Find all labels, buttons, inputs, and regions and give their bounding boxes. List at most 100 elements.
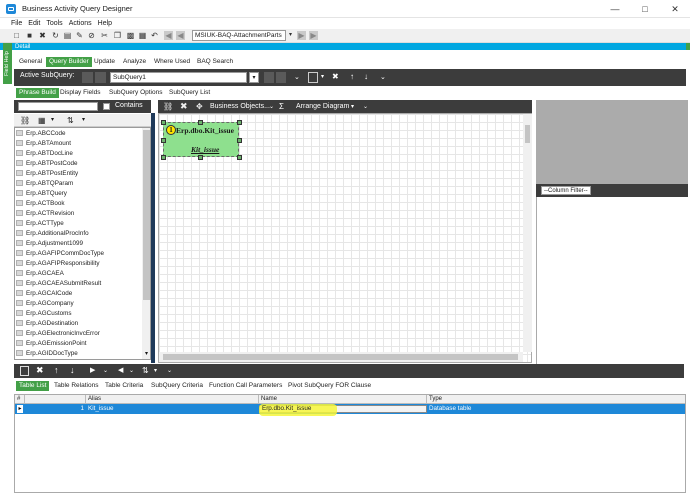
tab-display-fields[interactable]: Display Fields	[57, 88, 103, 98]
resize-handle[interactable]	[161, 138, 166, 143]
tab-query-builder[interactable]: Query Builder	[46, 57, 92, 67]
table-list-item[interactable]: Erp.AdditionalProcInfo	[16, 229, 89, 239]
table-item-checkbox[interactable]	[16, 320, 23, 326]
table-list-item[interactable]: Erp.AGCompany	[16, 299, 74, 309]
first-record-icon[interactable]: ◀	[164, 31, 173, 40]
table-item-checkbox[interactable]	[16, 330, 23, 336]
column-filter-input[interactable]: --Column Filter--	[541, 186, 591, 195]
next-record-icon[interactable]: ▶	[297, 31, 306, 40]
col-header-name[interactable]: Name	[259, 395, 427, 403]
arrange-diagram-button[interactable]: Arrange Diagram	[296, 103, 349, 110]
table-list-item[interactable]: Erp.ABTQuery	[16, 189, 67, 199]
query-id-combo[interactable]: MSIUK-BAQ-AttachmentParts	[192, 30, 286, 41]
tab-phrase-build[interactable]: Phrase Build	[16, 88, 59, 98]
new-subquery-dropdown-icon[interactable]: ▾	[321, 73, 324, 80]
row-selector-icon[interactable]: ▸	[17, 405, 23, 413]
table-list-item[interactable]: Erp.ABTPostCode	[16, 159, 77, 169]
sort-dropdown-icon[interactable]: ▾	[82, 116, 85, 123]
bottom-next-icon[interactable]: ▶	[90, 366, 95, 374]
bottom-sort-icon[interactable]: ⇅	[142, 366, 149, 375]
table-list-item[interactable]: Erp.AGAFIPCommDocType	[16, 249, 104, 259]
move-down-icon[interactable]: ↓	[364, 72, 368, 81]
table-list-item[interactable]: Erp.ABTDocLine	[16, 149, 73, 159]
sigma-icon[interactable]: Σ	[279, 102, 284, 111]
resize-handle[interactable]	[161, 155, 166, 160]
subquery-dropdown-icon[interactable]: ▾	[249, 72, 259, 83]
tab-analyze[interactable]: Analyze	[120, 57, 149, 67]
copy-icon[interactable]: ❐	[113, 31, 122, 40]
tab-where-used[interactable]: Where Used	[151, 57, 193, 67]
table-list-item[interactable]: Erp.AGAFIPResponsibility	[16, 259, 100, 269]
table-list-item[interactable]: Erp.ABTQParam	[16, 179, 73, 189]
menu-edit[interactable]: Edit	[25, 18, 43, 29]
save-icon[interactable]: ■	[25, 31, 34, 40]
table-item-checkbox[interactable]	[16, 170, 23, 176]
col-header-alias[interactable]: Alias	[86, 395, 259, 403]
table-node[interactable]: 1 Erp.dbo.Kit_issue Kit_issue	[161, 120, 242, 160]
table-item-checkbox[interactable]	[16, 130, 23, 136]
table-item-checkbox[interactable]	[16, 210, 23, 216]
maximize-button[interactable]: □	[630, 0, 660, 18]
diagram-delete-icon[interactable]: ✖	[180, 101, 188, 112]
sort-icon[interactable]: ⇅	[67, 116, 74, 125]
menu-actions[interactable]: Actions	[66, 18, 95, 29]
table-item-checkbox[interactable]	[16, 140, 23, 146]
table-list-item[interactable]: Erp.ABTAmount	[16, 139, 71, 149]
table-filter-input[interactable]	[18, 102, 98, 111]
bottom-delete-icon[interactable]: ✖	[36, 365, 44, 376]
table-list-item[interactable]: Erp.AGIDDocType	[16, 349, 78, 359]
table-list-item[interactable]: Erp.AGCAEASubmitResult	[16, 279, 101, 289]
grid-view-icon[interactable]: ▦	[38, 116, 46, 125]
bottom-down-icon[interactable]: ↓	[70, 365, 75, 375]
table-list-item[interactable]: Erp.Adjustment1099	[16, 239, 83, 249]
tab-pivot-subquery[interactable]: Pivot SubQuery FOR Clause	[285, 381, 374, 391]
table-item-checkbox[interactable]	[16, 290, 23, 296]
bottom-next-dropdown-icon[interactable]: ⌄	[103, 367, 108, 374]
arrange-dropdown-icon[interactable]: ▾	[351, 103, 354, 110]
grid-view-dropdown-icon[interactable]: ▾	[51, 116, 54, 123]
paste-icon[interactable]: ▩	[126, 31, 135, 40]
canvas-v-scrollbar[interactable]	[523, 114, 532, 352]
row-type[interactable]: Database table	[429, 404, 471, 414]
canvas-h-scrollbar[interactable]	[159, 352, 523, 362]
undo-icon[interactable]: ↶	[150, 31, 159, 40]
new-icon[interactable]: □	[12, 31, 21, 40]
menu-help[interactable]: Help	[95, 18, 115, 29]
delete-subquery-icon[interactable]: ✖	[332, 72, 339, 81]
tab-general[interactable]: General	[16, 57, 45, 67]
subquery-prev-icon[interactable]	[82, 72, 93, 83]
table-item-checkbox[interactable]	[16, 220, 23, 226]
subquery-overflow-icon[interactable]: ⌄	[380, 73, 386, 81]
tab-function-call-parameters[interactable]: Function Call Parameters	[206, 381, 285, 391]
table-row[interactable]: ▸ 1 Kit_issue Erp.dbo.Kit_issue Database…	[15, 404, 685, 416]
table-item-checkbox[interactable]	[16, 280, 23, 286]
menu-file[interactable]: File	[8, 18, 25, 29]
table-list-item[interactable]: Erp.AGElectronicInvcError	[16, 329, 100, 339]
combo-dropdown-icon[interactable]: ▾	[286, 31, 295, 40]
print-icon[interactable]: ▤	[63, 31, 72, 40]
subquery-next-icon[interactable]	[95, 72, 106, 83]
table-item-checkbox[interactable]	[16, 200, 23, 206]
tab-table-relations[interactable]: Table Relations	[51, 381, 101, 391]
table-list-scrollbar[interactable]: ▾	[142, 128, 150, 359]
tab-table-list[interactable]: Table List	[16, 381, 50, 391]
subquery-combo[interactable]: SubQuery1	[110, 72, 247, 83]
table-list-item[interactable]: Erp.AGEmissionPoint	[16, 339, 87, 349]
left-splitter[interactable]	[151, 113, 155, 363]
table-item-checkbox[interactable]	[16, 340, 23, 346]
table-list-item[interactable]: Erp.AGDestination	[16, 319, 78, 329]
table-item-checkbox[interactable]	[16, 310, 23, 316]
tab-subquery-list[interactable]: SubQuery List	[166, 88, 213, 98]
table-item-checkbox[interactable]	[16, 350, 23, 356]
diagram-canvas[interactable]: 1 Erp.dbo.Kit_issue Kit_issue	[158, 113, 532, 363]
canvas-v-scroll-thumb[interactable]	[525, 125, 530, 143]
prev-record-icon[interactable]: ◀	[176, 31, 185, 40]
diagram-link-icon[interactable]: ⛓	[163, 102, 173, 111]
table-item-checkbox[interactable]	[16, 160, 23, 166]
table-list-item[interactable]: Erp.ACTRevision	[16, 209, 74, 219]
resize-handle[interactable]	[237, 155, 242, 160]
bottom-prev-dropdown-icon[interactable]: ⌄	[129, 367, 134, 374]
table-item-checkbox[interactable]	[16, 300, 23, 306]
table-list-item[interactable]: Erp.ABTPostEntity	[16, 169, 78, 179]
tab-table-criteria[interactable]: Table Criteria	[102, 381, 146, 391]
